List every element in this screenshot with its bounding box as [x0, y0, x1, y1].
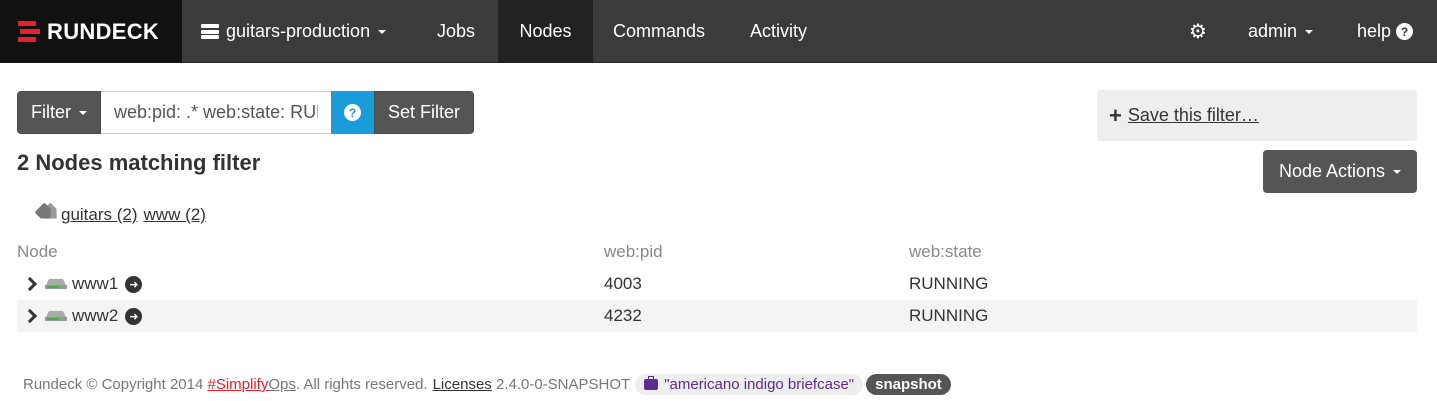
node-name[interactable]: www2	[72, 306, 118, 326]
tag-link-www[interactable]: www (2)	[144, 205, 206, 225]
save-filter-link[interactable]: Save this filter…	[1128, 105, 1259, 126]
table-row: www1 ➜ 4003 RUNNING	[17, 268, 1417, 300]
page-footer: Rundeck © Copyright 2014 #Simplify Ops. A…	[23, 374, 951, 395]
arrow-circle-right-icon[interactable]: ➜	[125, 275, 143, 293]
tags-icon	[37, 206, 61, 224]
node-actions-button[interactable]: Node Actions	[1263, 150, 1417, 193]
copyright-text: Rundeck © Copyright 2014	[23, 376, 204, 393]
results-heading: 2 Nodes matching filter	[17, 150, 261, 175]
caret-down-icon	[79, 110, 87, 115]
chevron-right-icon[interactable]	[25, 309, 35, 323]
arrow-circle-right-icon[interactable]: ➜	[125, 307, 143, 325]
settings-button[interactable]: ⚙	[1168, 0, 1228, 63]
save-filter-panel: + Save this filter…	[1097, 90, 1417, 141]
tag-list: guitars (2) www (2)	[37, 205, 212, 225]
version-text: 2.4.0-0-SNAPSHOT	[495, 376, 631, 393]
user-name: admin	[1248, 21, 1298, 41]
chevron-right-icon[interactable]	[25, 277, 35, 291]
project-name: guitars-production	[226, 21, 371, 41]
brand-text: RUNDECK	[47, 18, 160, 44]
brand-link[interactable]: RUNDECK	[0, 0, 182, 63]
snapshot-badge: snapshot	[866, 374, 951, 395]
filter-button-label: Filter	[31, 102, 71, 122]
codename-text: "americano indigo briefcase"	[664, 376, 855, 393]
filter-dropdown-button[interactable]: Filter	[17, 91, 101, 134]
node-name[interactable]: www1	[72, 274, 118, 294]
node-cell: www2 ➜	[17, 300, 604, 332]
plus-icon: +	[1109, 102, 1122, 128]
table-header-row: Node web:pid web:state	[17, 236, 1417, 268]
nav-nodes[interactable]: Nodes	[498, 0, 593, 63]
project-dropdown[interactable]: guitars-production	[182, 0, 406, 63]
licenses-link[interactable]: Licenses	[433, 376, 492, 393]
filter-help-button[interactable]: ?	[331, 91, 374, 134]
help-link[interactable]: help ?	[1337, 0, 1433, 63]
node-table: Node web:pid web:state www1 ➜ 4003 RUNNI…	[17, 236, 1417, 332]
gear-icon: ⚙	[1189, 21, 1207, 43]
web-pid-cell: 4003	[604, 274, 642, 293]
caret-down-icon	[1393, 169, 1402, 174]
codename-badge: "americano indigo briefcase"	[635, 374, 864, 395]
server-icon	[45, 311, 67, 321]
briefcase-icon	[644, 376, 659, 390]
rights-text: . All rights reserved.	[295, 376, 428, 393]
help-label: help	[1357, 21, 1392, 41]
nav-activity[interactable]: Activity	[730, 0, 827, 63]
caret-down-icon	[1305, 29, 1314, 34]
simplify-ops-link-suffix[interactable]: Ops	[268, 376, 296, 393]
rundeck-logo-icon	[18, 20, 40, 43]
server-icon	[45, 279, 67, 289]
nav-commands[interactable]: Commands	[593, 0, 725, 63]
nav-jobs[interactable]: Jobs	[417, 0, 495, 63]
filter-input-group: Filter ? Set Filter	[17, 91, 475, 134]
tag-link-guitars[interactable]: guitars (2)	[61, 205, 138, 225]
column-header-node[interactable]: Node	[17, 236, 604, 268]
server-stack-icon	[201, 24, 219, 39]
question-circle-icon: ?	[1396, 23, 1414, 40]
caret-down-icon	[378, 29, 387, 34]
top-navbar: RUNDECK guitars-production Jobs Nodes Co…	[0, 0, 1437, 63]
table-row: www2 ➜ 4232 RUNNING	[17, 300, 1417, 332]
web-state-cell: RUNNING	[909, 274, 989, 293]
node-filter-input[interactable]	[101, 91, 331, 134]
question-circle-icon: ?	[344, 104, 361, 121]
set-filter-button[interactable]: Set Filter	[374, 91, 475, 134]
node-cell: www1 ➜	[17, 268, 604, 300]
column-header-web-state[interactable]: web:state	[909, 236, 1417, 268]
column-header-web-pid[interactable]: web:pid	[604, 236, 909, 268]
web-pid-cell: 4232	[604, 300, 909, 332]
web-state-cell: RUNNING	[909, 300, 1417, 332]
simplify-ops-link-prefix[interactable]: #Simplify	[208, 376, 269, 393]
user-menu[interactable]: admin	[1228, 0, 1333, 63]
node-actions-label: Node Actions	[1278, 161, 1386, 181]
